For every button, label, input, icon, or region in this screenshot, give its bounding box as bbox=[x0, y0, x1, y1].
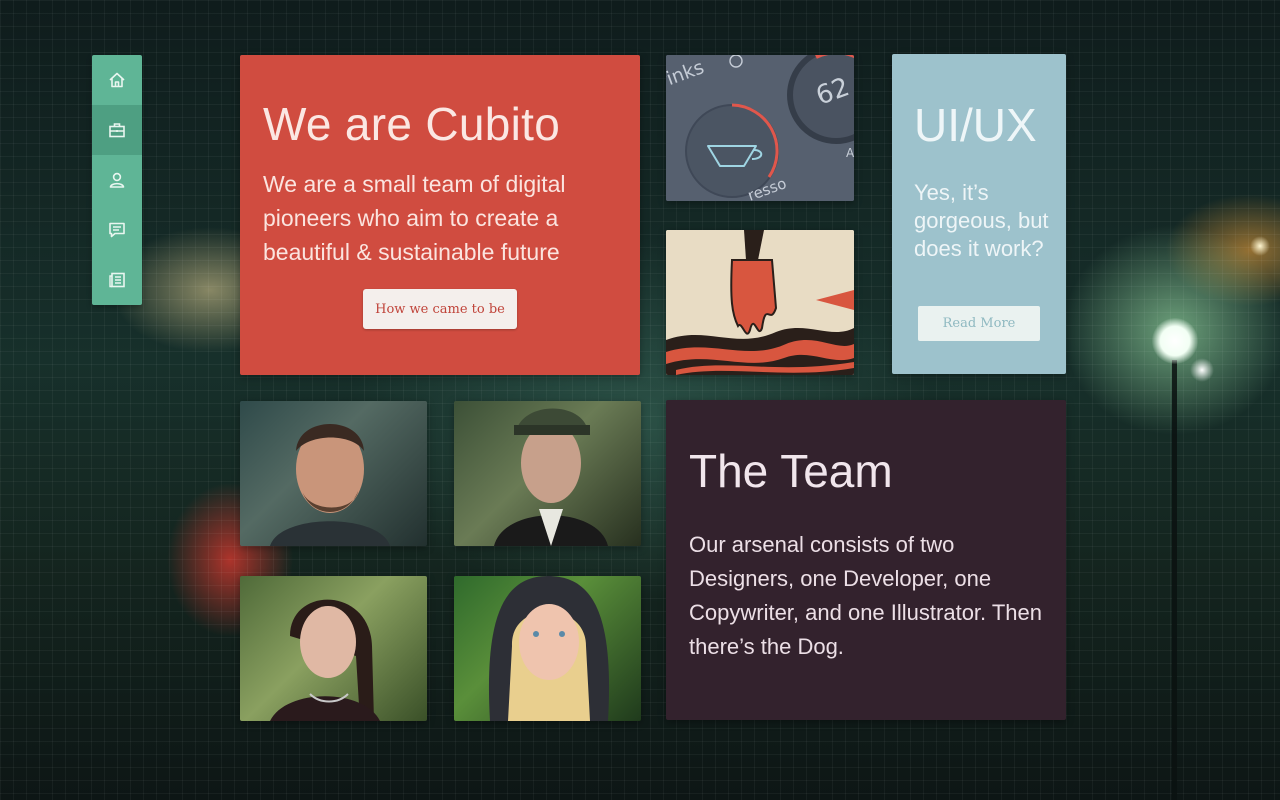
sidebar-nav bbox=[92, 55, 142, 305]
user-icon bbox=[109, 172, 125, 188]
man-cap-portrait-photo bbox=[494, 408, 608, 546]
woman-dark-hair-portrait-photo bbox=[270, 599, 380, 721]
paint-brush-illustration[interactable] bbox=[666, 230, 854, 375]
nav-work[interactable] bbox=[92, 105, 142, 155]
uiux-title: UI/UX bbox=[914, 99, 1037, 151]
street-lamp-light-small bbox=[1190, 358, 1214, 382]
team-photo-3[interactable] bbox=[240, 576, 427, 721]
blonde-girl-portrait-photo bbox=[488, 576, 610, 721]
team-text: Our arsenal consists of two Designers, o… bbox=[689, 532, 1043, 659]
uiux-text: Yes, it’s gorgeous, but does it work? bbox=[914, 180, 1049, 261]
lamp-post bbox=[1172, 360, 1177, 800]
briefcase-icon bbox=[109, 123, 125, 138]
coffee-app-graphic: rinks 62 A resso bbox=[666, 55, 854, 201]
home-icon bbox=[109, 72, 125, 88]
nav-blog[interactable] bbox=[92, 255, 142, 305]
team-photo-2[interactable] bbox=[454, 401, 641, 546]
orange-lamp-light bbox=[1250, 236, 1270, 256]
man-portrait-photo bbox=[270, 424, 390, 546]
newspaper-icon bbox=[109, 272, 125, 288]
intro-card: We are Cubito We are a small team of dig… bbox=[240, 55, 640, 375]
counter-suffix: A bbox=[846, 146, 854, 160]
nav-home[interactable] bbox=[92, 55, 142, 105]
intro-title: We are Cubito bbox=[263, 98, 561, 150]
read-more-button[interactable]: Read More bbox=[918, 306, 1040, 341]
nav-about[interactable] bbox=[92, 155, 142, 205]
team-card: The Team Our arsenal consists of two Des… bbox=[666, 400, 1066, 720]
street-lamp-light bbox=[1152, 318, 1198, 364]
how-we-came-to-be-button[interactable]: How we came to be bbox=[363, 289, 517, 329]
team-title: The Team bbox=[689, 445, 893, 497]
coffee-app-thumbnail[interactable]: rinks 62 A resso bbox=[666, 55, 854, 201]
intro-text: We are a small team of digital pioneers … bbox=[263, 171, 566, 265]
team-photo-1[interactable] bbox=[240, 401, 427, 546]
uiux-card: UI/UX Yes, it’s gorgeous, but does it wo… bbox=[892, 54, 1066, 374]
team-photo-4[interactable] bbox=[454, 576, 641, 721]
nav-contact[interactable] bbox=[92, 205, 142, 255]
chat-icon bbox=[109, 222, 125, 238]
brush-illustration-graphic bbox=[666, 230, 854, 375]
